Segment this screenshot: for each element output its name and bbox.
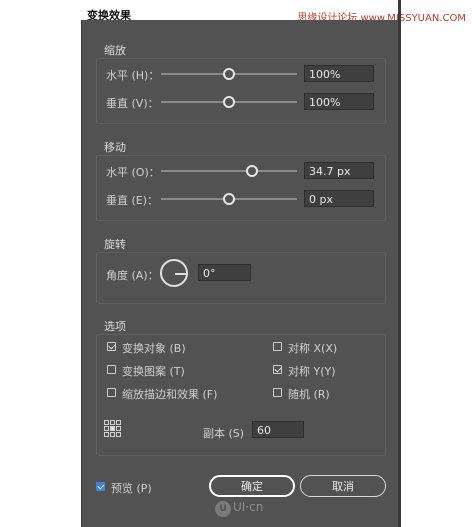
ok-button[interactable]: 确定	[209, 475, 295, 497]
logo-icon: U	[215, 501, 231, 517]
transform-objects-checkbox[interactable]	[107, 342, 116, 351]
transform-patterns-checkbox[interactable]	[107, 365, 116, 374]
angle-label: 角度 (A)：	[106, 269, 159, 282]
scale-vertical-label: 垂直 (V)：	[106, 97, 159, 110]
preview-label: 预览 (P)	[111, 482, 152, 495]
scale-horizontal-input[interactable]: 100%	[304, 65, 374, 82]
reference-point-icon[interactable]	[104, 420, 122, 438]
scale-horizontal-slider-knob[interactable]	[223, 68, 235, 80]
copies-input[interactable]: 60	[252, 421, 304, 438]
transform-patterns-label: 变换图案 (T)	[122, 365, 185, 378]
scale-strokes-checkbox[interactable]	[107, 388, 116, 397]
options-group-title: 选项	[104, 320, 126, 333]
angle-dial-icon[interactable]	[160, 259, 188, 287]
cancel-button[interactable]: 取消	[300, 475, 386, 497]
rotate-group-title: 旋转	[104, 238, 126, 251]
move-horizontal-slider-track[interactable]	[161, 170, 297, 172]
site-logo: U UI·cn	[215, 500, 263, 517]
move-horizontal-input[interactable]: 34.7 px	[304, 162, 374, 179]
copies-label: 副本 (S)	[203, 427, 245, 440]
move-vertical-label: 垂直 (E)：	[106, 194, 159, 207]
scale-group-title: 缩放	[104, 44, 126, 57]
move-vertical-slider-knob[interactable]	[223, 193, 235, 205]
random-checkbox[interactable]	[273, 388, 282, 397]
right-edge-bar	[398, 0, 401, 527]
reflect-x-label: 对称 X(X)	[288, 342, 338, 355]
reflect-y-label: 对称 Y(Y)	[288, 365, 336, 378]
scale-vertical-slider-knob[interactable]	[223, 96, 235, 108]
transform-objects-label: 变换对象 (B)	[122, 342, 186, 355]
move-group-title: 移动	[104, 141, 126, 154]
move-horizontal-label: 水平 (O)：	[106, 166, 160, 179]
move-horizontal-slider-knob[interactable]	[246, 165, 258, 177]
preview-checkbox[interactable]	[96, 482, 105, 491]
move-vertical-input[interactable]: 0 px	[304, 190, 374, 207]
angle-input[interactable]: 0°	[198, 264, 251, 281]
scale-vertical-input[interactable]: 100%	[304, 93, 374, 110]
reflect-x-checkbox[interactable]	[273, 342, 282, 351]
scale-strokes-label: 缩放描边和效果 (F)	[122, 388, 218, 401]
transform-effect-dialog: 缩放 水平 (H)： 100% 垂直 (V)： 100% 移动 水平 (O)： …	[81, 20, 400, 527]
logo-text: UI·cn	[233, 500, 264, 514]
random-label: 随机 (R)	[288, 388, 330, 401]
reflect-y-checkbox[interactable]	[273, 365, 282, 374]
scale-horizontal-label: 水平 (H)：	[106, 69, 160, 82]
